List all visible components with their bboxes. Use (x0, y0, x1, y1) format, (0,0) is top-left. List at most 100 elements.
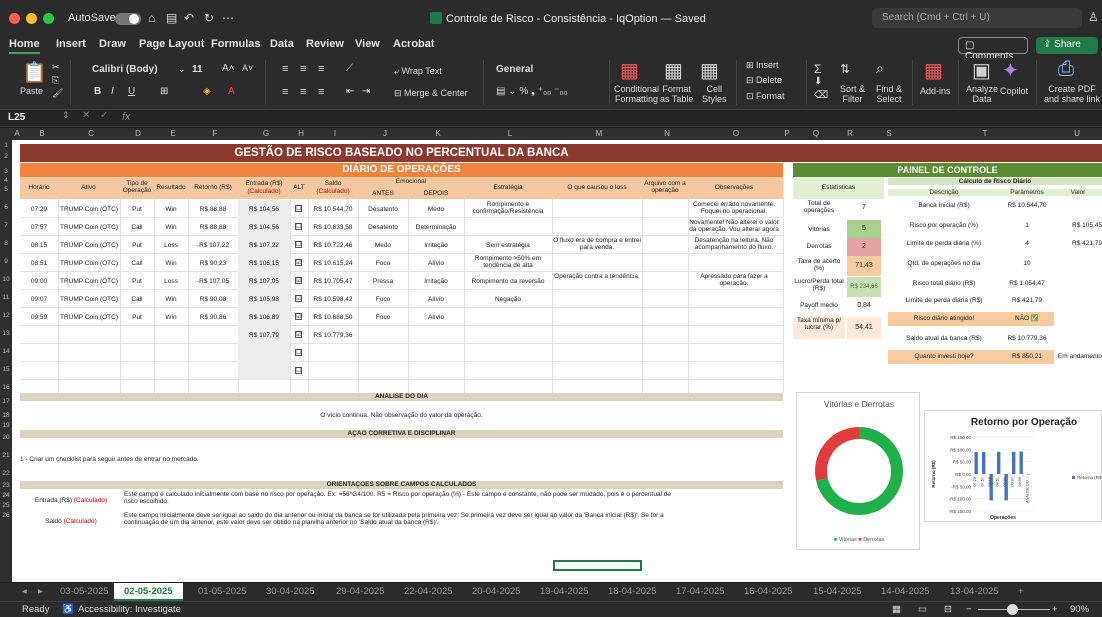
op-s-cell[interactable]: R$ 10.544,70 (308, 206, 358, 213)
name-box[interactable]: L25 (8, 112, 25, 123)
column-header-A[interactable]: A (12, 129, 22, 138)
search-input[interactable]: Search (Cmd + Ctrl + U) (872, 8, 1082, 28)
sheet-tab[interactable]: 13-04-2025 (950, 586, 999, 597)
alt-checkbox[interactable]: ☐ (295, 241, 302, 248)
find-select-icon[interactable]: ⌕ (876, 60, 884, 77)
home-icon[interactable]: ⌂ (148, 11, 155, 25)
zoom-level[interactable]: 90% (1070, 604, 1089, 615)
row-header-8[interactable]: 8 (0, 240, 12, 247)
op-e-cell[interactable]: R$ 107,79 (238, 332, 290, 339)
cell-styles-button[interactable]: Cell Styles (702, 84, 727, 104)
row-header-10[interactable]: 10 (0, 276, 12, 283)
column-header-M[interactable]: M (554, 129, 644, 138)
format-as-table-button[interactable]: Format as Table (660, 84, 693, 104)
column-header-B[interactable]: B (22, 129, 62, 138)
op-r-cell[interactable]: Loss (154, 242, 188, 249)
alt-checkbox[interactable]: ☑ (295, 313, 302, 320)
row-header-23[interactable]: 23 (0, 482, 12, 489)
op-antes-cell[interactable]: Foco (358, 296, 408, 303)
op-t-cell[interactable]: Call (120, 260, 154, 267)
align-center-icon[interactable]: ≡ (300, 86, 306, 98)
copilot-button[interactable]: Copilot (1000, 86, 1028, 96)
op-est-cell[interactable]: Rompimento da reversão (464, 278, 552, 285)
op-a-cell[interactable]: TRUMP Coin (OTC) (58, 278, 120, 285)
op-antes-cell[interactable]: Foco (358, 314, 408, 321)
op-r-cell[interactable]: Win (154, 314, 188, 321)
op-obs-cell[interactable]: Novamente! Não alterei o valor da operaç… (688, 219, 780, 234)
outdent-icon[interactable]: ⇥ (362, 86, 370, 97)
add-ins-button[interactable]: Add-ins (920, 86, 951, 96)
row-header-14[interactable]: 14 (0, 348, 12, 355)
op-r-cell[interactable]: Loss (154, 278, 188, 285)
column-header-L[interactable]: L (466, 129, 554, 138)
row-header-26[interactable]: 26 (0, 512, 12, 519)
row-header-9[interactable]: 9 (0, 258, 12, 265)
donut-slice-derrotas[interactable] (815, 427, 860, 481)
maximize-window-button[interactable] (43, 13, 54, 24)
column-header-C[interactable]: C (62, 129, 120, 138)
format-cells-button[interactable]: ⊡ Format (746, 91, 785, 102)
row-header-24[interactable]: 24 (0, 492, 12, 499)
op-obs-cell[interactable]: Comecei errado novamente. Foquei no oper… (688, 201, 780, 216)
sheet-tab[interactable]: 17-04-2025 (676, 586, 725, 597)
op-s-cell[interactable]: R$ 10.615,24 (308, 260, 358, 267)
create-pdf-icon[interactable]: ⎙ (1058, 58, 1074, 81)
painel-param[interactable]: 10 (1000, 257, 1054, 271)
selected-cell[interactable] (553, 560, 642, 571)
row-header-4[interactable]: 4 (0, 177, 12, 184)
alt-checkbox[interactable]: ☑ (295, 331, 302, 338)
row-header-12[interactable]: 12 (0, 312, 12, 319)
cancel-formula-icon[interactable]: ✕ (82, 110, 90, 121)
op-antes-cell[interactable]: Medo (358, 242, 408, 249)
op-depois-cell[interactable]: Irritação (408, 278, 464, 285)
op-depois-cell[interactable]: Alívio (408, 260, 464, 267)
sheet-tab[interactable]: 19-04-2025 (540, 586, 589, 597)
op-est-cell[interactable]: Rompimento e confirmação/Resistência (464, 201, 552, 216)
share-button[interactable]: ⇪ Share (1036, 37, 1098, 54)
op-ret-cell[interactable]: -R$ 107,22 (188, 242, 238, 249)
op-t-cell[interactable]: Put (120, 278, 154, 285)
sheet-tab-active[interactable]: 02-05-2025 (114, 583, 183, 601)
zoom-out-icon[interactable]: − (966, 604, 972, 615)
italic-button[interactable]: I (111, 86, 114, 97)
font-name-select[interactable]: Calibri (Body) (92, 64, 158, 75)
format-table-icon[interactable]: ▦ (664, 58, 683, 83)
op-ret-cell[interactable]: R$ 90,08 (188, 296, 238, 303)
row-header-1[interactable]: 1 (0, 142, 12, 149)
return-chart[interactable]: Retorno por Operação R$ 150,00 R$ 100,00 R… (924, 410, 1102, 522)
op-obs-cell[interactable]: Desatenção na leitura. Não acompanhament… (688, 237, 780, 252)
op-antes-cell[interactable]: Pressa (358, 278, 408, 285)
op-est-cell[interactable]: Rompimento >50% em tendência de alta (464, 255, 552, 270)
op-a-cell[interactable]: TRUMP Coin (OTC) (58, 206, 120, 213)
currency-icon[interactable]: ▤ ⌄ % ❟ ⁺₀₀ ⁻₀₀ (496, 86, 568, 97)
close-window-button[interactable] (9, 13, 20, 24)
column-header-T[interactable]: T (918, 129, 1052, 138)
sheet-tab[interactable]: 22-04-2025 (404, 586, 453, 597)
sheet-tab[interactable]: 14-04-2025 (881, 586, 930, 597)
tab-acrobat[interactable]: Acrobat (393, 38, 435, 50)
op-ret-cell[interactable]: R$ 90,23 (188, 260, 238, 267)
op-r-cell[interactable]: Win (154, 206, 188, 213)
sheet-tab[interactable]: 15-04-2025 (813, 586, 862, 597)
column-header-R[interactable]: R (840, 129, 860, 138)
name-box-stepper-icon[interactable]: ⇕ (62, 110, 70, 121)
paste-button[interactable]: Paste (20, 86, 43, 96)
op-r-cell[interactable]: Win (154, 224, 188, 231)
cut-icon[interactable]: ✂ (52, 62, 60, 73)
alt-checkbox[interactable]: ☐ (295, 223, 302, 230)
op-e-cell[interactable]: R$ 104,56 (238, 206, 290, 213)
find-select-button[interactable]: Find & Select (876, 84, 902, 104)
column-header-P[interactable]: P (782, 129, 792, 138)
analyze-data-icon[interactable]: ▣ (972, 58, 991, 83)
conditional-formatting-icon[interactable]: ▦ (620, 58, 639, 83)
row-header-22[interactable]: 22 (0, 470, 12, 477)
column-header-Q[interactable]: Q (792, 129, 840, 138)
op-s-cell[interactable]: R$ 10.722,46 (308, 242, 358, 249)
column-header-H[interactable]: H (292, 129, 310, 138)
sort-filter-icon[interactable]: ⇅ (840, 62, 850, 76)
align-right-icon[interactable]: ≡ (318, 86, 324, 98)
row-header-7[interactable]: 7 (0, 222, 12, 229)
add-sheet-button[interactable]: + (1018, 586, 1024, 597)
op-e-cell[interactable]: R$ 107,22 (238, 242, 290, 249)
op-ret-cell[interactable]: R$ 88,88 (188, 224, 238, 231)
